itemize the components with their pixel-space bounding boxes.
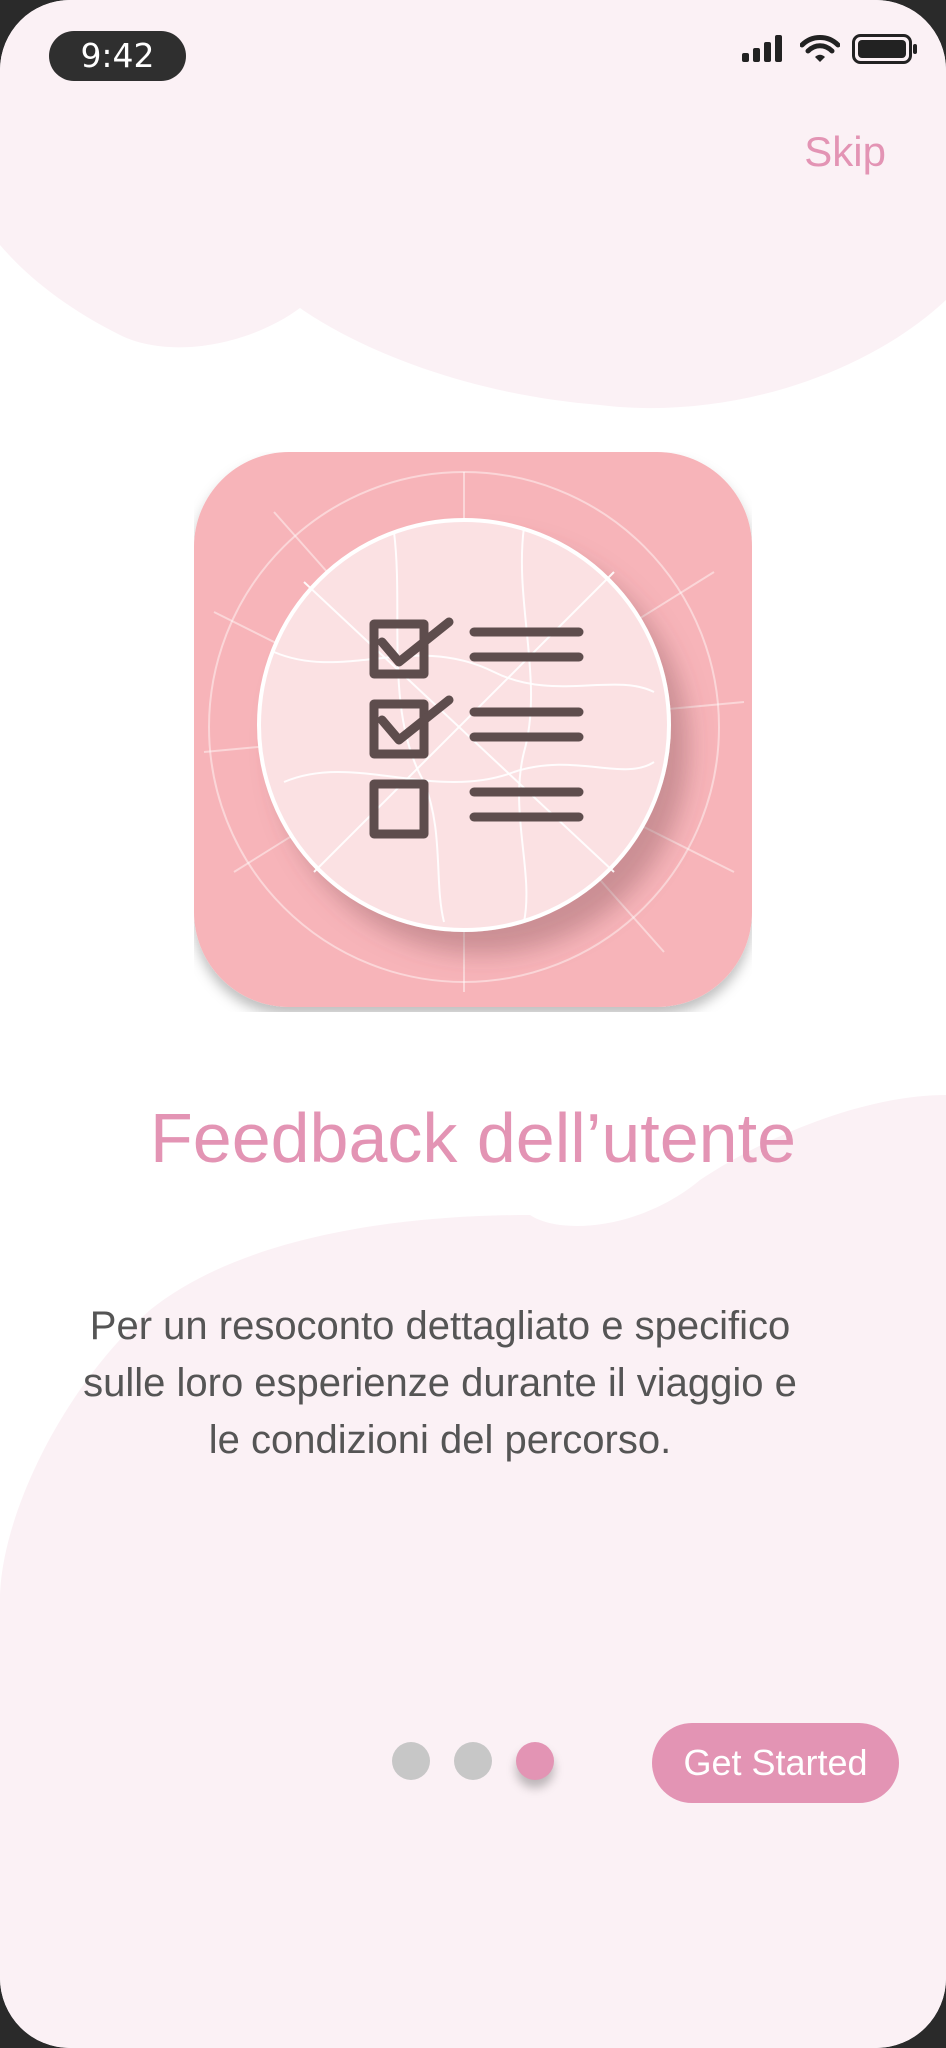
page-dot-3-active[interactable] — [516, 1742, 554, 1780]
onboarding-screen: 9:42 Skip Feedback dell’utente Per un re… — [0, 0, 946, 2048]
description-line: le condizioni del percorso. — [208, 1418, 672, 1462]
bottom-blob — [0, 1095, 946, 2048]
page-title: Feedback dell’utente — [150, 1099, 796, 1177]
skip-button[interactable]: Skip — [804, 128, 886, 176]
status-bar: 9:42 — [0, 0, 946, 110]
cellular-signal-icon — [742, 35, 782, 62]
description-line: sulle loro esperienze durante il viaggio… — [83, 1361, 797, 1405]
page-indicator — [392, 1742, 554, 1780]
page-dot-1[interactable] — [392, 1742, 430, 1780]
map-disc — [257, 518, 671, 932]
description-line: Per un resoconto dettagliato e specifico — [89, 1304, 791, 1348]
page-dot-2[interactable] — [454, 1742, 492, 1780]
status-icons — [742, 34, 918, 64]
checklist-illustration — [194, 452, 752, 1007]
status-time: 9:42 — [49, 31, 186, 81]
get-started-button[interactable]: Get Started — [652, 1723, 899, 1803]
wifi-icon — [800, 35, 840, 62]
battery-icon — [852, 34, 917, 64]
page-description: Per un resoconto dettagliato e specifico… — [40, 1298, 840, 1469]
